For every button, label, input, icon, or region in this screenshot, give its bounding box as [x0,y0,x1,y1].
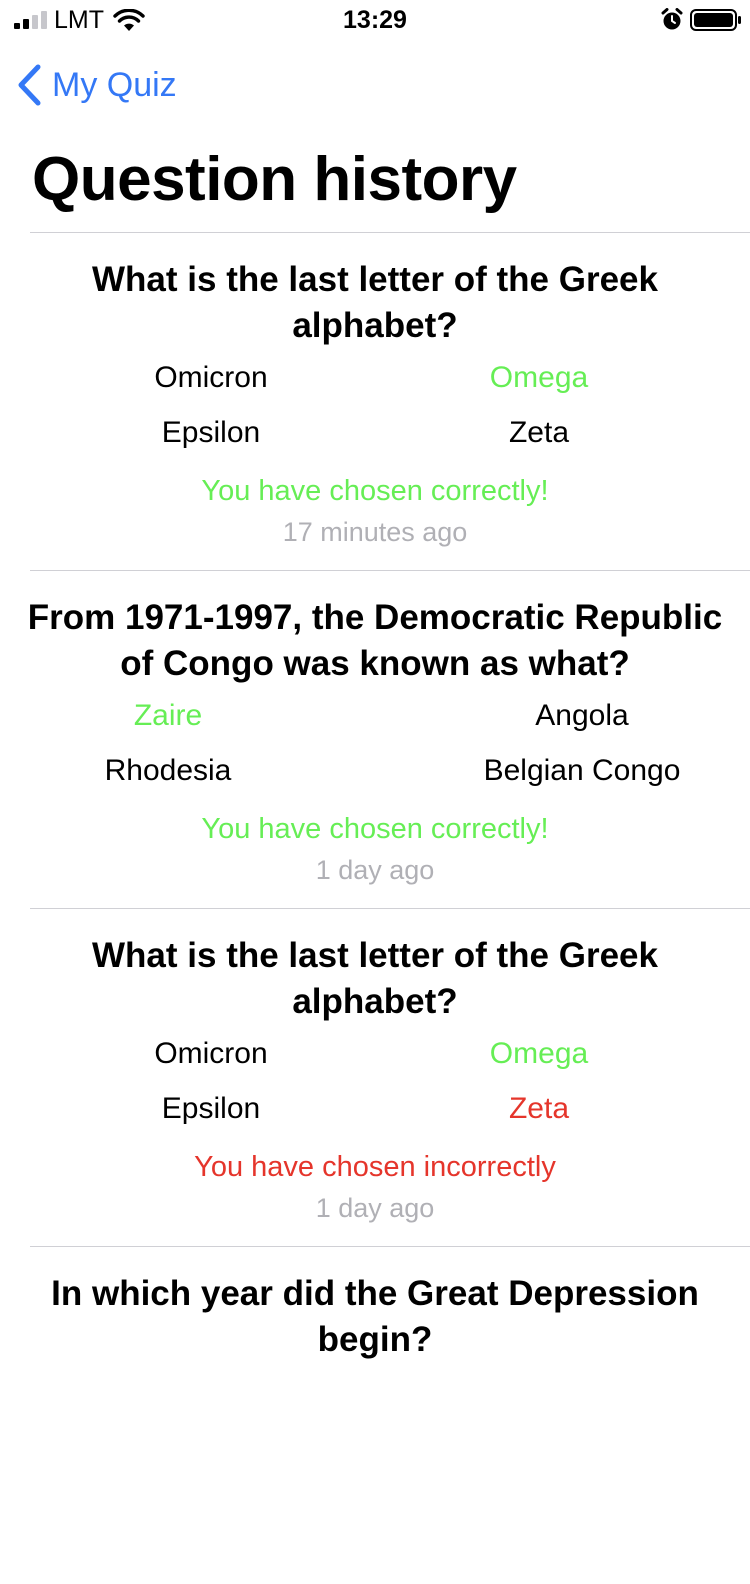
page-title: Question history [32,145,517,214]
answer-option[interactable]: Belgian Congo [484,754,681,788]
timestamp: 1 day ago [315,855,435,885]
answer-option[interactable]: Epsilon [162,416,260,450]
status-bar: LMT 13:29 [0,0,750,40]
answer-option[interactable]: Epsilon [162,1092,260,1126]
answer-option[interactable]: Omicron [154,1037,267,1071]
history-card: What is the last letter of the Greek alp… [30,908,750,1246]
history-card: In which year did the Great Depression b… [30,1246,750,1584]
status-time: 13:29 [343,6,407,34]
result-message: You have chosen incorrectly [194,1151,556,1183]
back-button[interactable]: My Quiz [16,62,177,108]
question-text: From 1971-1997, the Democratic Republic … [27,598,723,683]
battery-icon [690,9,741,31]
question-text: What is the last letter of the Greek alp… [92,936,658,1021]
result-message: You have chosen correctly! [201,475,549,507]
alarm-icon [661,8,683,30]
history-card: From 1971-1997, the Democratic Republic … [28,570,750,908]
answer-option-correct[interactable]: Omega [490,1037,588,1071]
answer-option[interactable]: Zeta [509,416,569,450]
answer-option-correct[interactable]: Zaire [134,699,202,733]
back-label: My Quiz [52,65,177,104]
timestamp: 1 day ago [315,1193,435,1223]
history-card: What is the last letter of the Greek alp… [30,232,750,570]
answer-option[interactable]: Rhodesia [105,754,232,788]
answer-option[interactable]: Angola [535,699,628,733]
chevron-left-icon [18,64,41,106]
question-text: In which year did the Great Depression b… [51,1274,699,1359]
answer-option-incorrect[interactable]: Zeta [509,1092,569,1126]
question-history-list[interactable]: What is the last letter of the Greek alp… [0,232,750,1584]
timestamp: 17 minutes ago [282,517,468,547]
question-text: What is the last letter of the Greek alp… [92,260,658,345]
answer-option[interactable]: Omicron [154,361,267,395]
answer-option-correct[interactable]: Omega [490,361,588,395]
result-message: You have chosen correctly! [201,813,549,845]
